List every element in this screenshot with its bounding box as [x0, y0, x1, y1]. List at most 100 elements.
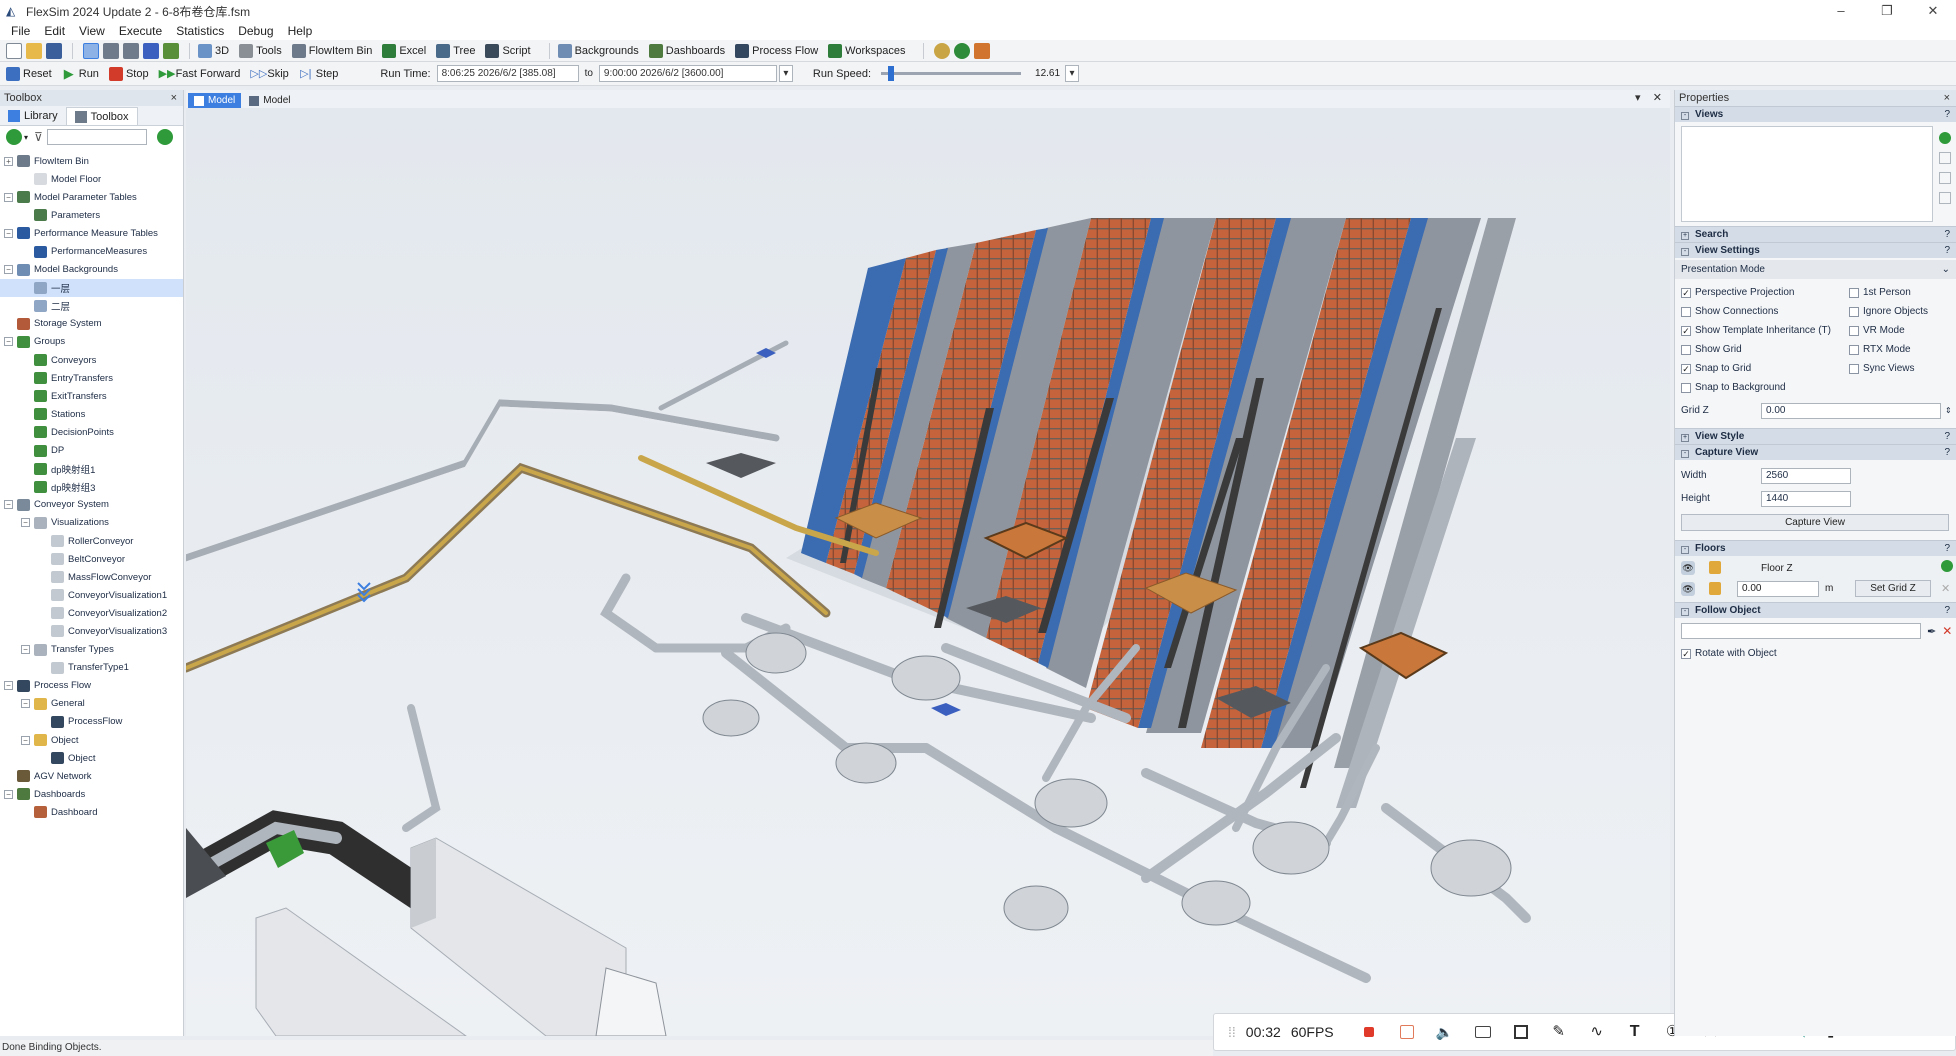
connect-icon[interactable]: [103, 42, 119, 59]
script-button[interactable]: Script: [485, 43, 531, 58]
add-icon[interactable]: [6, 129, 22, 145]
tree-item[interactable]: − Model Parameter Tables: [0, 188, 183, 206]
collapse-toggle[interactable]: −: [4, 337, 13, 347]
view-setting-checkbox[interactable]: [1681, 382, 1691, 393]
capture-width-input[interactable]: 2560: [1761, 467, 1851, 484]
drag-handle-icon[interactable]: ⁞⁞: [1228, 1024, 1236, 1040]
tree-item[interactable]: dp映射组1: [0, 460, 183, 478]
presentation-mode-dropdown[interactable]: Presentation Mode ⌄: [1675, 260, 1956, 279]
tree-item[interactable]: ConveyorVisualization2: [0, 604, 183, 622]
open-folder-icon[interactable]: [26, 42, 42, 59]
view-option-icon[interactable]: [1939, 152, 1951, 164]
add-view-icon[interactable]: [1939, 132, 1951, 144]
tab-model[interactable]: Model: [243, 93, 296, 108]
tree-item[interactable]: ConveyorVisualization3: [0, 622, 183, 640]
menu-execute[interactable]: Execute: [112, 24, 169, 38]
collapse-toggle[interactable]: −: [4, 681, 13, 691]
run-speed-slider[interactable]: [881, 66, 1022, 81]
dashboards-button[interactable]: Dashboards: [648, 43, 725, 58]
tab-toolbox[interactable]: Toolbox: [65, 107, 138, 125]
collapse-toggle[interactable]: −: [21, 645, 30, 655]
tree-item[interactable]: Storage System: [0, 315, 183, 333]
close-toolbox-button[interactable]: ×: [171, 90, 177, 106]
text-tool-icon[interactable]: T: [1625, 1022, 1645, 1042]
tree-item[interactable]: dp映射组3: [0, 478, 183, 496]
section-capture-view[interactable]: - Capture View?: [1675, 444, 1956, 460]
view-setting-checkbox[interactable]: [1849, 306, 1859, 317]
menu-file[interactable]: File: [4, 24, 37, 38]
minimize-button[interactable]: –: [1818, 0, 1864, 22]
menu-help[interactable]: Help: [281, 24, 320, 38]
save-icon[interactable]: [46, 42, 62, 59]
view-setting-checkbox[interactable]: ✓: [1681, 325, 1691, 336]
collapse-toggle[interactable]: −: [4, 789, 13, 799]
tree-item[interactable]: Stations: [0, 405, 183, 423]
view-setting-checkbox[interactable]: [1681, 344, 1691, 355]
tools-button[interactable]: Tools: [239, 43, 282, 58]
close-viewport-button[interactable]: ✕: [1653, 92, 1662, 104]
help-icon[interactable]: ?: [1944, 603, 1950, 619]
view-option-icon[interactable]: [1939, 192, 1951, 204]
collapse-toggle[interactable]: −: [21, 735, 30, 745]
tree-item[interactable]: − Object: [0, 731, 183, 749]
help-icon[interactable]: ?: [1944, 227, 1950, 243]
stop-recording-icon[interactable]: [1359, 1022, 1379, 1042]
clear-follow-icon[interactable]: ✕: [1942, 624, 1952, 638]
view-setting-checkbox[interactable]: ✓: [1681, 363, 1691, 374]
toolbox-help-icon[interactable]: [156, 129, 173, 145]
lock-icon[interactable]: [1709, 582, 1721, 595]
grid-z-stepper[interactable]: ⇕: [1945, 406, 1952, 415]
new-file-icon[interactable]: [6, 42, 22, 59]
reset-button[interactable]: Reset: [6, 66, 52, 81]
tree-item[interactable]: AGV Network: [0, 767, 183, 785]
tree-item[interactable]: − Performance Measure Tables: [0, 224, 183, 242]
lock-icon[interactable]: [1709, 561, 1721, 574]
follow-object-input[interactable]: [1681, 623, 1921, 639]
collapse-toggle[interactable]: −: [4, 192, 13, 202]
menu-statistics[interactable]: Statistics: [169, 24, 231, 38]
tree-item[interactable]: DecisionPoints: [0, 423, 183, 441]
workspaces-button[interactable]: Workspaces: [828, 43, 905, 58]
tree-item[interactable]: Object: [0, 749, 183, 767]
section-search[interactable]: + Search?: [1675, 226, 1956, 242]
tree-item[interactable]: MassFlowConveyor: [0, 568, 183, 586]
process-flow-button[interactable]: Process Flow: [735, 43, 818, 58]
grid-z-input[interactable]: 0.00: [1761, 402, 1941, 419]
warehouse-3d-scene[interactable]: [186, 108, 1670, 1036]
tree-item[interactable]: − Transfer Types: [0, 641, 183, 659]
section-follow-object[interactable]: - Follow Object?: [1675, 602, 1956, 618]
section-views[interactable]: - Views?: [1675, 106, 1956, 122]
view-setting-checkbox[interactable]: [1849, 363, 1859, 374]
collapse-toggle[interactable]: −: [4, 265, 13, 275]
pause-recording-icon[interactable]: [1397, 1022, 1417, 1042]
view-setting-checkbox[interactable]: [1849, 325, 1859, 336]
expand-toggle[interactable]: +: [4, 156, 13, 166]
view-setting-checkbox[interactable]: [1849, 287, 1859, 298]
tree-item[interactable]: Model Floor: [0, 170, 183, 188]
tab-library[interactable]: Library: [0, 107, 66, 125]
tree-button[interactable]: Tree: [436, 43, 475, 58]
view-setting-checkbox[interactable]: [1681, 306, 1691, 317]
toolbox-search-input[interactable]: [46, 129, 147, 145]
add-dropdown-icon[interactable]: ▾: [24, 133, 28, 142]
menu-view[interactable]: View: [72, 24, 112, 38]
tree-item[interactable]: + FlowItem Bin: [0, 152, 183, 170]
step-button[interactable]: ▷| Step: [299, 67, 338, 81]
collapse-toggle[interactable]: −: [21, 699, 30, 709]
tree-item[interactable]: − Model Backgrounds: [0, 261, 183, 279]
collapse-toggle[interactable]: −: [21, 518, 30, 528]
stop-time-field[interactable]: 9:00:00 2026/6/2 [3600.00]: [598, 65, 777, 82]
run-speed-dropdown[interactable]: ▾: [1065, 65, 1080, 82]
tree-item[interactable]: − Process Flow: [0, 677, 183, 695]
tree-item[interactable]: EntryTransfers: [0, 369, 183, 387]
remove-floor-icon[interactable]: ✕: [1941, 582, 1950, 595]
tree-item[interactable]: Dashboard: [0, 803, 183, 821]
model-viewport[interactable]: Model Model ▾ ✕: [186, 90, 1670, 1036]
tree-item[interactable]: − Visualizations: [0, 514, 183, 532]
view-option-icon[interactable]: [1939, 172, 1951, 184]
tree-item[interactable]: RollerConveyor: [0, 532, 183, 550]
tree-item[interactable]: − General: [0, 695, 183, 713]
set-grid-z-button[interactable]: Set Grid Z: [1855, 580, 1931, 597]
rotate-with-object-checkbox[interactable]: ✓: [1681, 648, 1691, 659]
run-time-field[interactable]: 8:06:25 2026/6/2 [385.08]: [436, 65, 579, 82]
